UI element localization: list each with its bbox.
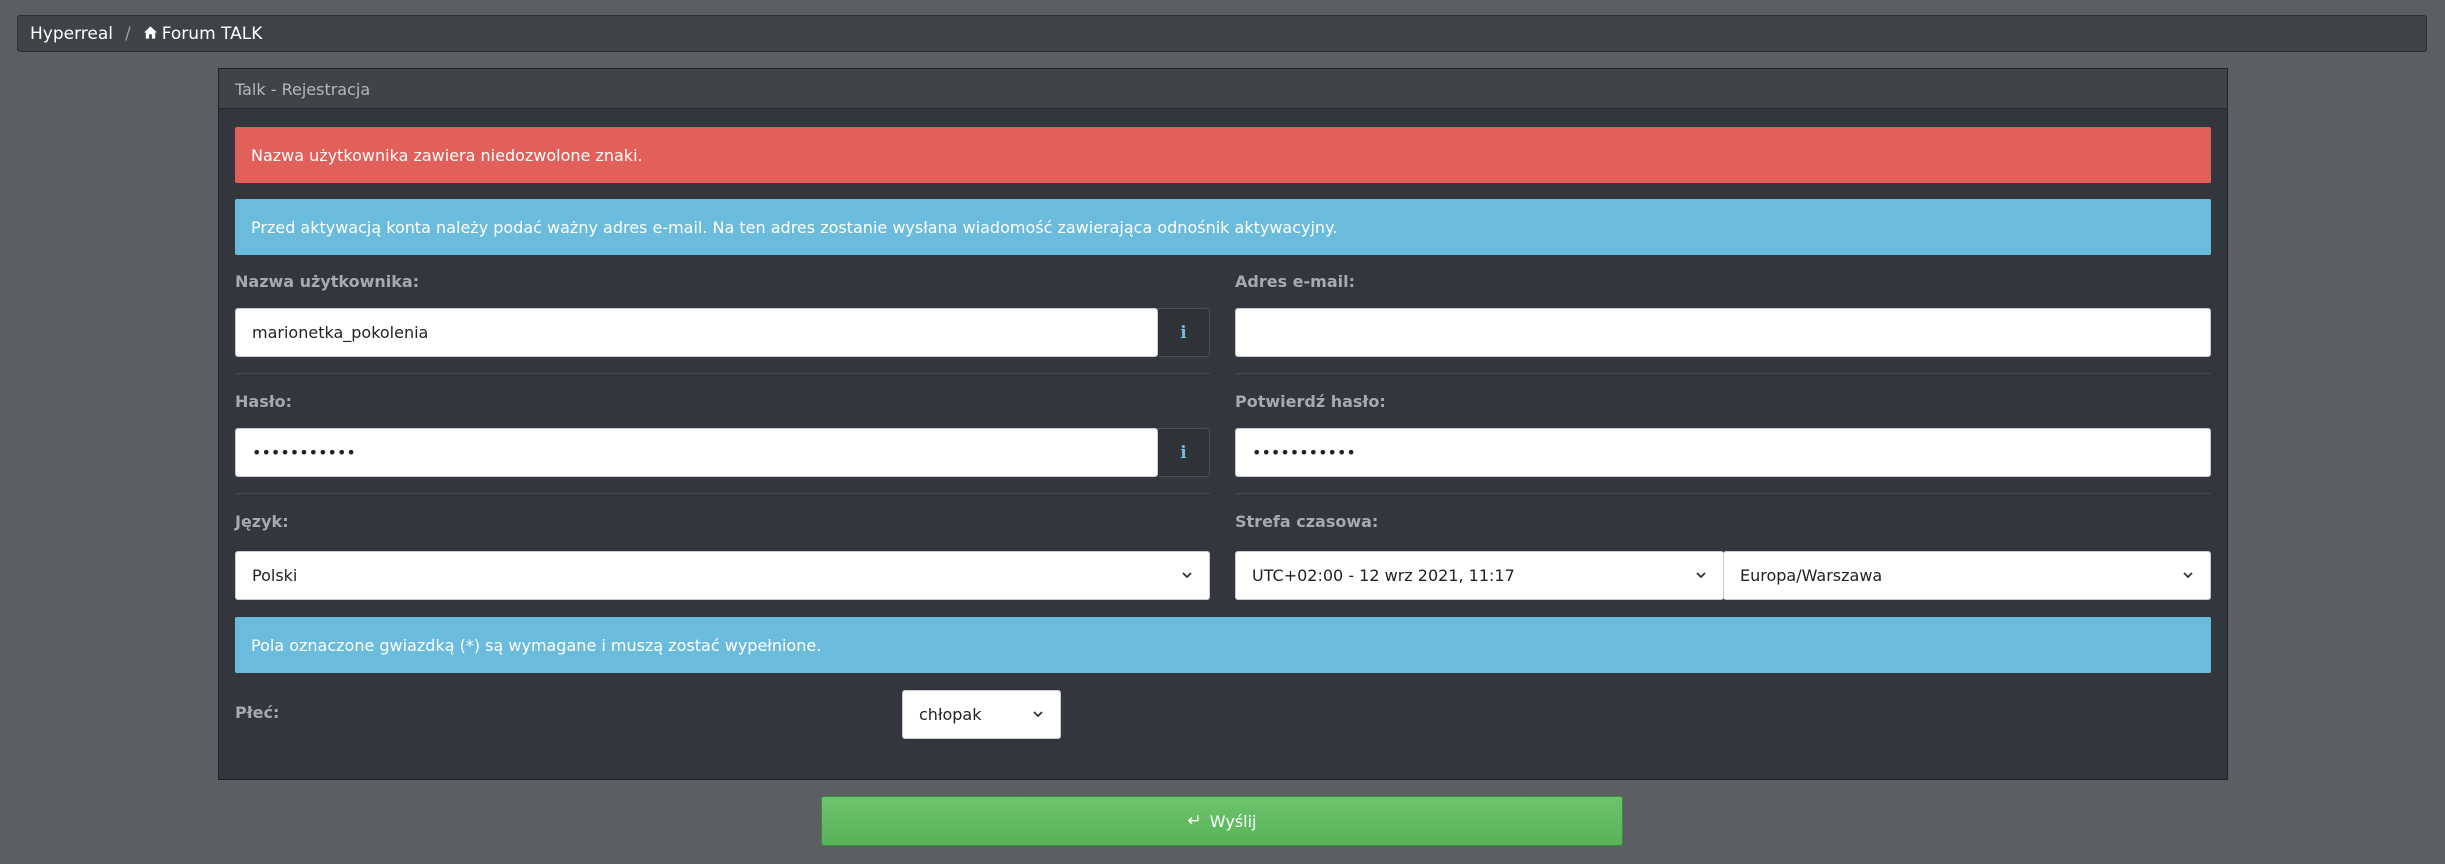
language-selected-value: Polski (252, 566, 298, 585)
password-info-button[interactable]: i (1158, 428, 1210, 477)
timezone-zone-selected-value: Europa/Warszawa (1740, 566, 1883, 585)
language-label: Język: (235, 512, 289, 531)
divider (235, 493, 1210, 494)
chevron-down-icon (2183, 572, 2193, 579)
enter-icon: ↵ (1187, 811, 1202, 831)
divider (1235, 373, 2211, 374)
home-icon (143, 25, 157, 39)
gender-selected-value: chłopak (919, 705, 982, 724)
info-icon: i (1180, 322, 1187, 343)
submit-label: Wyślij (1209, 811, 1257, 831)
error-alert: Nazwa użytkownika zawiera niedozwolone z… (235, 127, 2211, 183)
breadcrumb-item-forum-talk[interactable]: Forum TALK (143, 23, 263, 44)
required-fields-alert: Pola oznaczone gwiazdką (*) są wymagane … (235, 617, 2211, 673)
email-input[interactable] (1235, 308, 2211, 357)
chevron-down-icon (1182, 572, 1192, 579)
password-confirm-input[interactable]: ••••••••••• (1235, 428, 2211, 477)
timezone-zone-select[interactable]: Europa/Warszawa (1723, 551, 2211, 600)
breadcrumb-separator: / (125, 23, 131, 44)
language-select[interactable]: Polski (235, 551, 1210, 600)
gender-select[interactable]: chłopak (902, 690, 1061, 739)
chevron-down-icon (1033, 711, 1043, 718)
divider (235, 373, 1210, 374)
password-input[interactable]: ••••••••••• (235, 428, 1158, 477)
info-icon: i (1180, 442, 1187, 463)
password-label: Hasło: (235, 392, 293, 411)
username-info-button[interactable]: i (1158, 308, 1210, 357)
username-label: Nazwa użytkownika: (235, 272, 420, 291)
breadcrumb-item-hyperreal[interactable]: Hyperreal (30, 24, 113, 44)
registration-panel: Talk - Rejestracja Nazwa użytkownika zaw… (218, 68, 2228, 780)
breadcrumb-item-label: Forum TALK (161, 23, 263, 44)
timezone-offset-select[interactable]: UTC+02:00 - 12 wrz 2021, 11:17 (1235, 551, 1724, 600)
panel-title: Talk - Rejestracja (219, 69, 2227, 109)
timezone-label: Strefa czasowa: (1235, 512, 1379, 531)
password-confirm-label: Potwierdź hasło: (1235, 392, 1386, 411)
divider (1235, 493, 2211, 494)
timezone-offset-selected-value: UTC+02:00 - 12 wrz 2021, 11:17 (1252, 566, 1515, 585)
activation-info-alert: Przed aktywacją konta należy podać ważny… (235, 199, 2211, 255)
submit-button[interactable]: ↵ Wyślij (821, 796, 1623, 846)
email-label: Adres e-mail: (1235, 272, 1355, 291)
gender-label: Płeć: (235, 703, 280, 722)
chevron-down-icon (1696, 572, 1706, 579)
username-input[interactable]: marionetka_pokolenia (235, 308, 1158, 357)
breadcrumb: Hyperreal / Forum TALK (17, 15, 2427, 52)
